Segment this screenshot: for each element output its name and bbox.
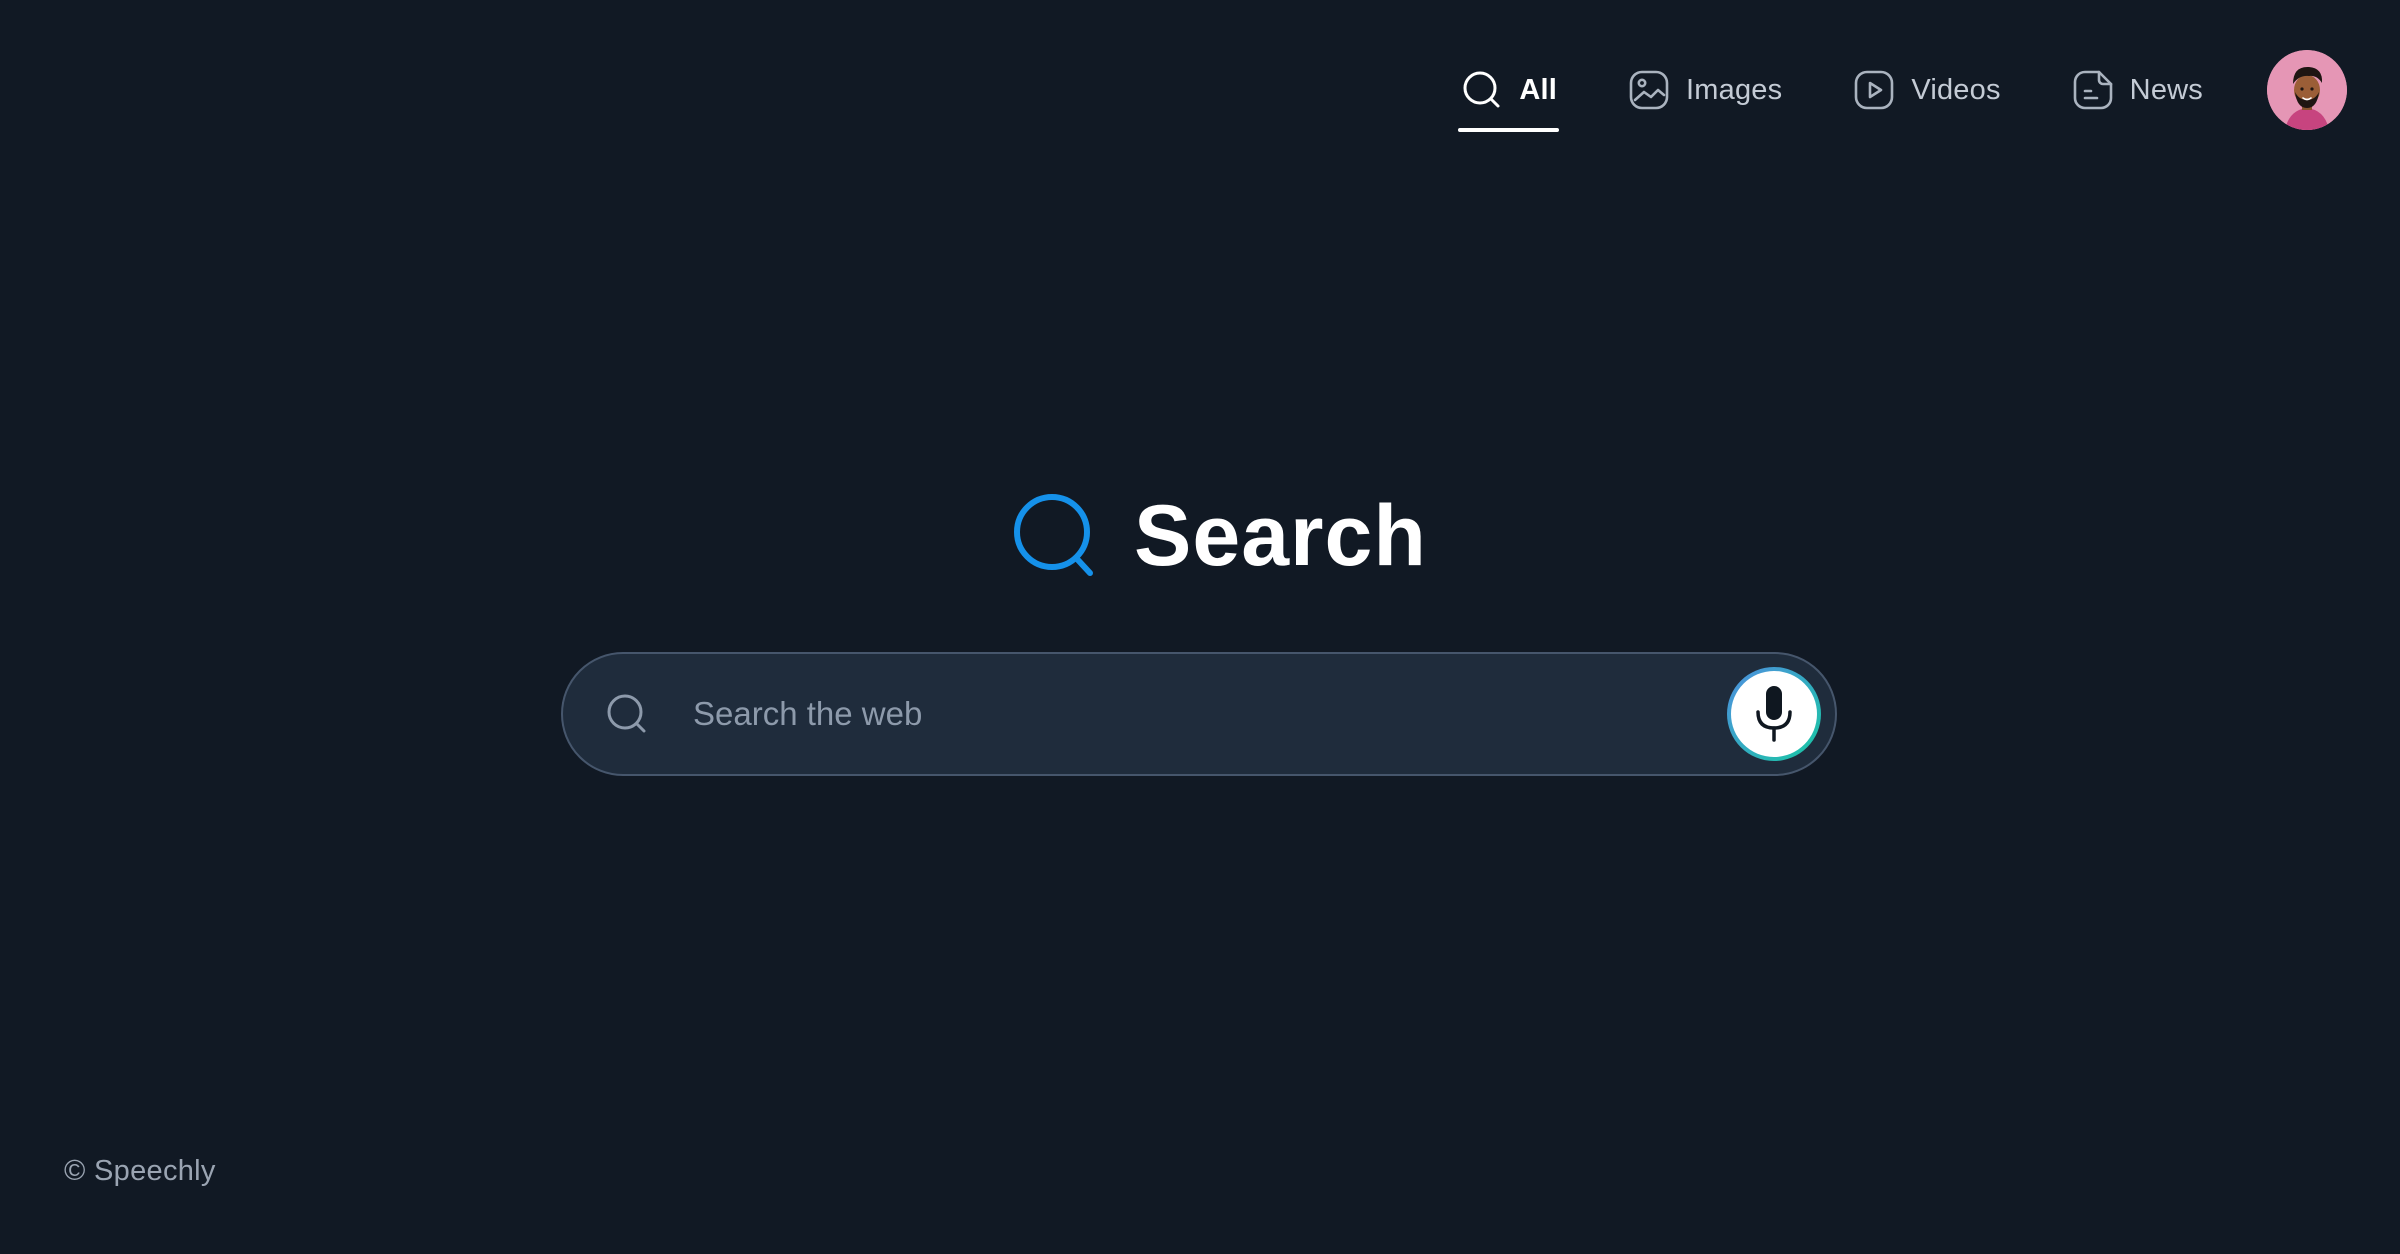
tab-videos[interactable]: Videos [1852,40,2000,140]
search-input[interactable] [691,683,1727,745]
active-tab-indicator [1458,128,1559,132]
tab-images-label: Images [1686,73,1783,106]
tab-all[interactable]: All [1458,40,1559,140]
play-icon [1852,68,1896,112]
tab-videos-label: Videos [1911,73,2001,106]
image-icon [1627,68,1671,112]
footer-copyright: © Speechly [64,1155,216,1187]
user-avatar-icon [2267,50,2347,130]
tab-all-label: All [1519,73,1557,106]
document-icon [2071,68,2115,112]
tab-news-label: News [2129,73,2203,106]
logo: Search [1010,490,1427,582]
voice-search-button[interactable] [1727,667,1821,761]
tab-images[interactable]: Images [1627,40,1782,140]
tab-news[interactable]: News [2071,40,2203,140]
search-bar[interactable] [561,652,1837,776]
search-icon [1010,490,1098,582]
logo-text: Search [1134,488,1427,584]
search-icon [603,690,651,738]
microphone-icon [1756,686,1792,742]
mic-button-inner [1731,671,1817,757]
search-icon [1460,68,1504,112]
top-navigation: All Images Videos News [1458,40,2347,140]
avatar[interactable] [2267,50,2347,130]
